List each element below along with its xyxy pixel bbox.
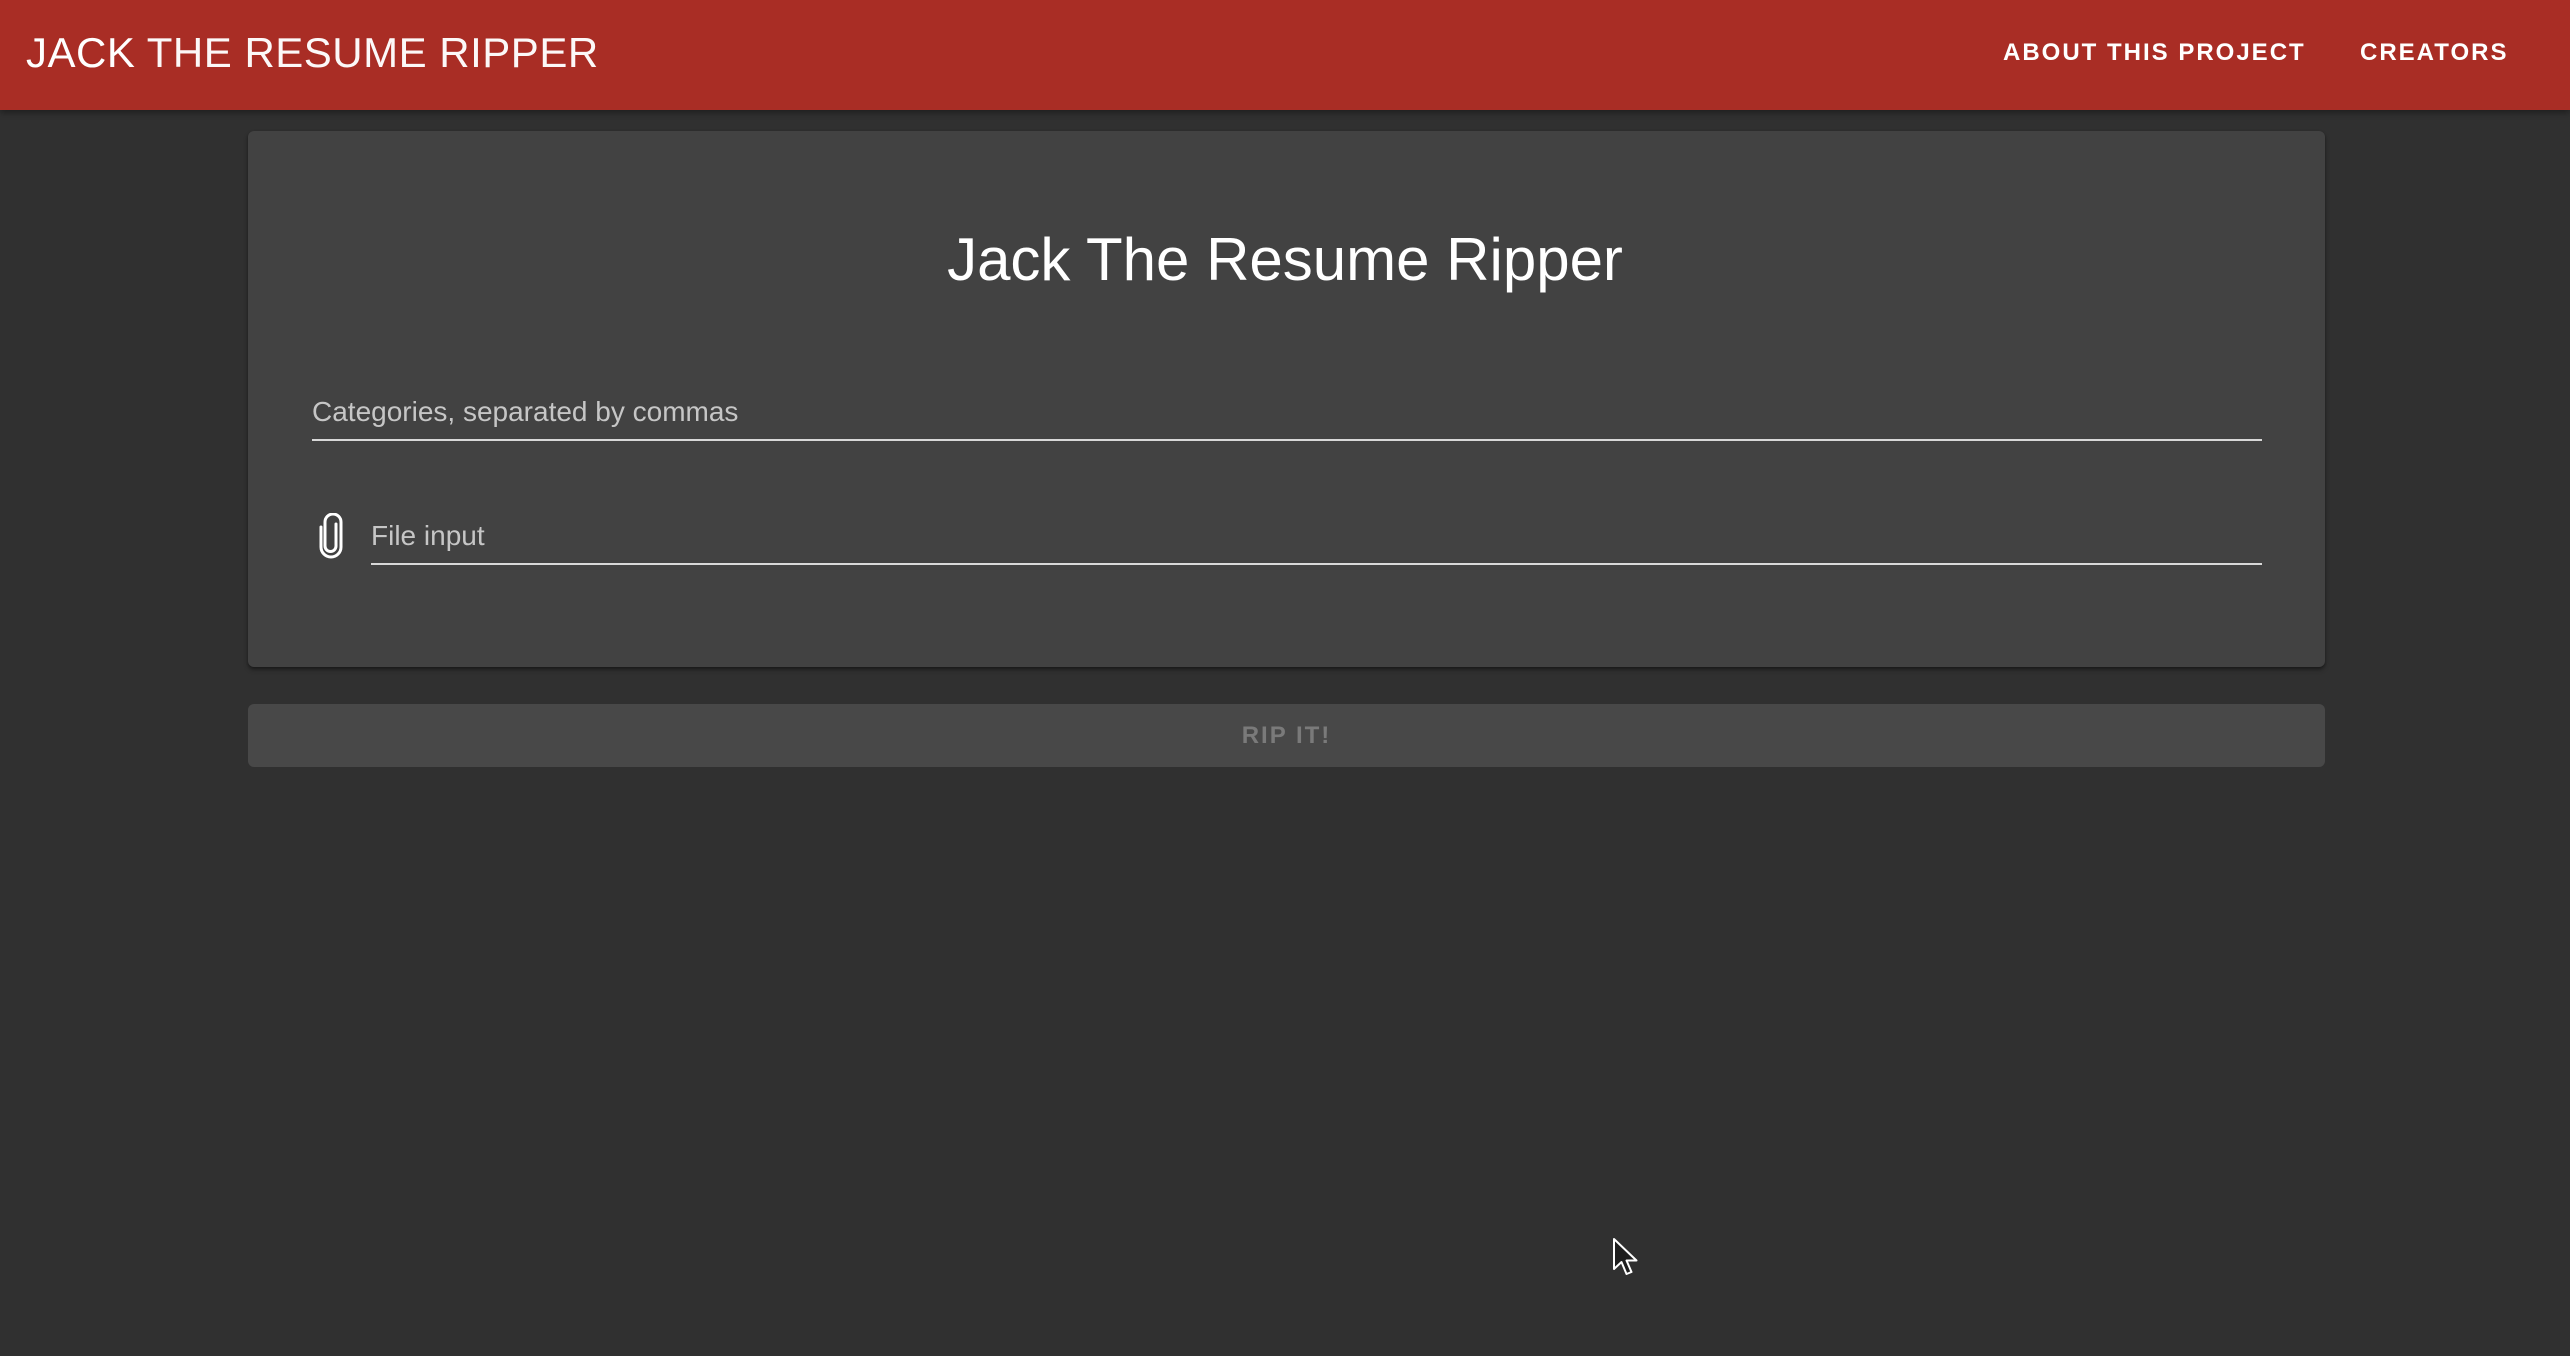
page-title: Jack The Resume Ripper — [947, 226, 1623, 293]
app-title-first-word: JACK — [26, 29, 136, 76]
file-input-field[interactable] — [371, 509, 2262, 565]
paperclip-icon[interactable] — [315, 513, 349, 559]
categories-input[interactable] — [312, 385, 2262, 439]
app-bar: JACK THE RESUME RIPPER ABOUT THIS PROJEC… — [0, 0, 2570, 110]
app-title-rest: THE RESUME RIPPER — [135, 29, 599, 76]
app-title: JACK THE RESUME RIPPER — [26, 0, 599, 110]
creators-button[interactable]: CREATORS — [2360, 0, 2508, 106]
file-input[interactable] — [371, 509, 2262, 563]
categories-field[interactable] — [312, 385, 2262, 441]
mouse-cursor-icon — [1613, 1238, 1638, 1275]
rip-it-button[interactable]: RIP IT! — [248, 704, 2325, 767]
about-project-button[interactable]: ABOUT THIS PROJECT — [2003, 0, 2306, 106]
